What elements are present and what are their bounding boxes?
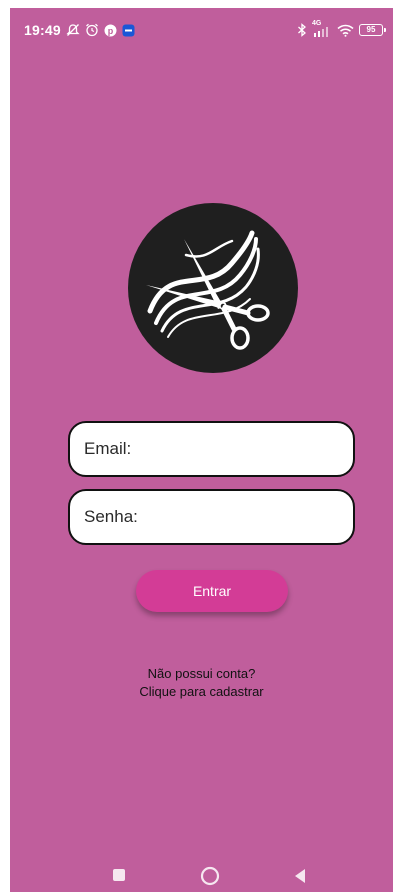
network-type-label: 4G (312, 19, 322, 27)
svg-text:p: p (108, 26, 114, 36)
alarm-icon (85, 23, 99, 37)
email-input[interactable] (84, 423, 353, 475)
password-field[interactable] (68, 489, 355, 545)
login-button[interactable]: Entrar (136, 570, 288, 612)
bluetooth-icon (297, 23, 307, 37)
wifi-icon (337, 24, 354, 37)
notifications-off-icon (66, 23, 80, 37)
password-input[interactable] (84, 491, 353, 543)
app-notification-icon (122, 24, 135, 37)
back-triangle-icon[interactable] (293, 868, 307, 884)
email-field[interactable] (68, 421, 355, 477)
status-left: 19:49 p (24, 22, 135, 38)
app-screen: 19:49 p 4G 95 Email: Entrar Não possui c… (10, 8, 393, 892)
system-nav-bar (10, 860, 393, 892)
no-account-text[interactable]: Não possui conta? (10, 665, 393, 683)
battery-level: 95 (366, 25, 376, 34)
signup-prompt: Não possui conta? Clique para cadastrar (10, 665, 393, 701)
signup-link[interactable]: Clique para cadastrar (10, 683, 393, 701)
home-circle-icon[interactable] (200, 866, 220, 886)
scissors-hair-icon (128, 203, 298, 373)
battery-icon: 95 (359, 24, 386, 36)
recents-square-icon[interactable] (112, 868, 126, 882)
status-time: 19:49 (24, 22, 61, 38)
signal-icon: 4G (312, 20, 332, 37)
status-bar: 19:49 p 4G 95 (10, 8, 393, 52)
status-right: 4G 95 (297, 20, 386, 37)
pinterest-icon: p (104, 24, 117, 37)
